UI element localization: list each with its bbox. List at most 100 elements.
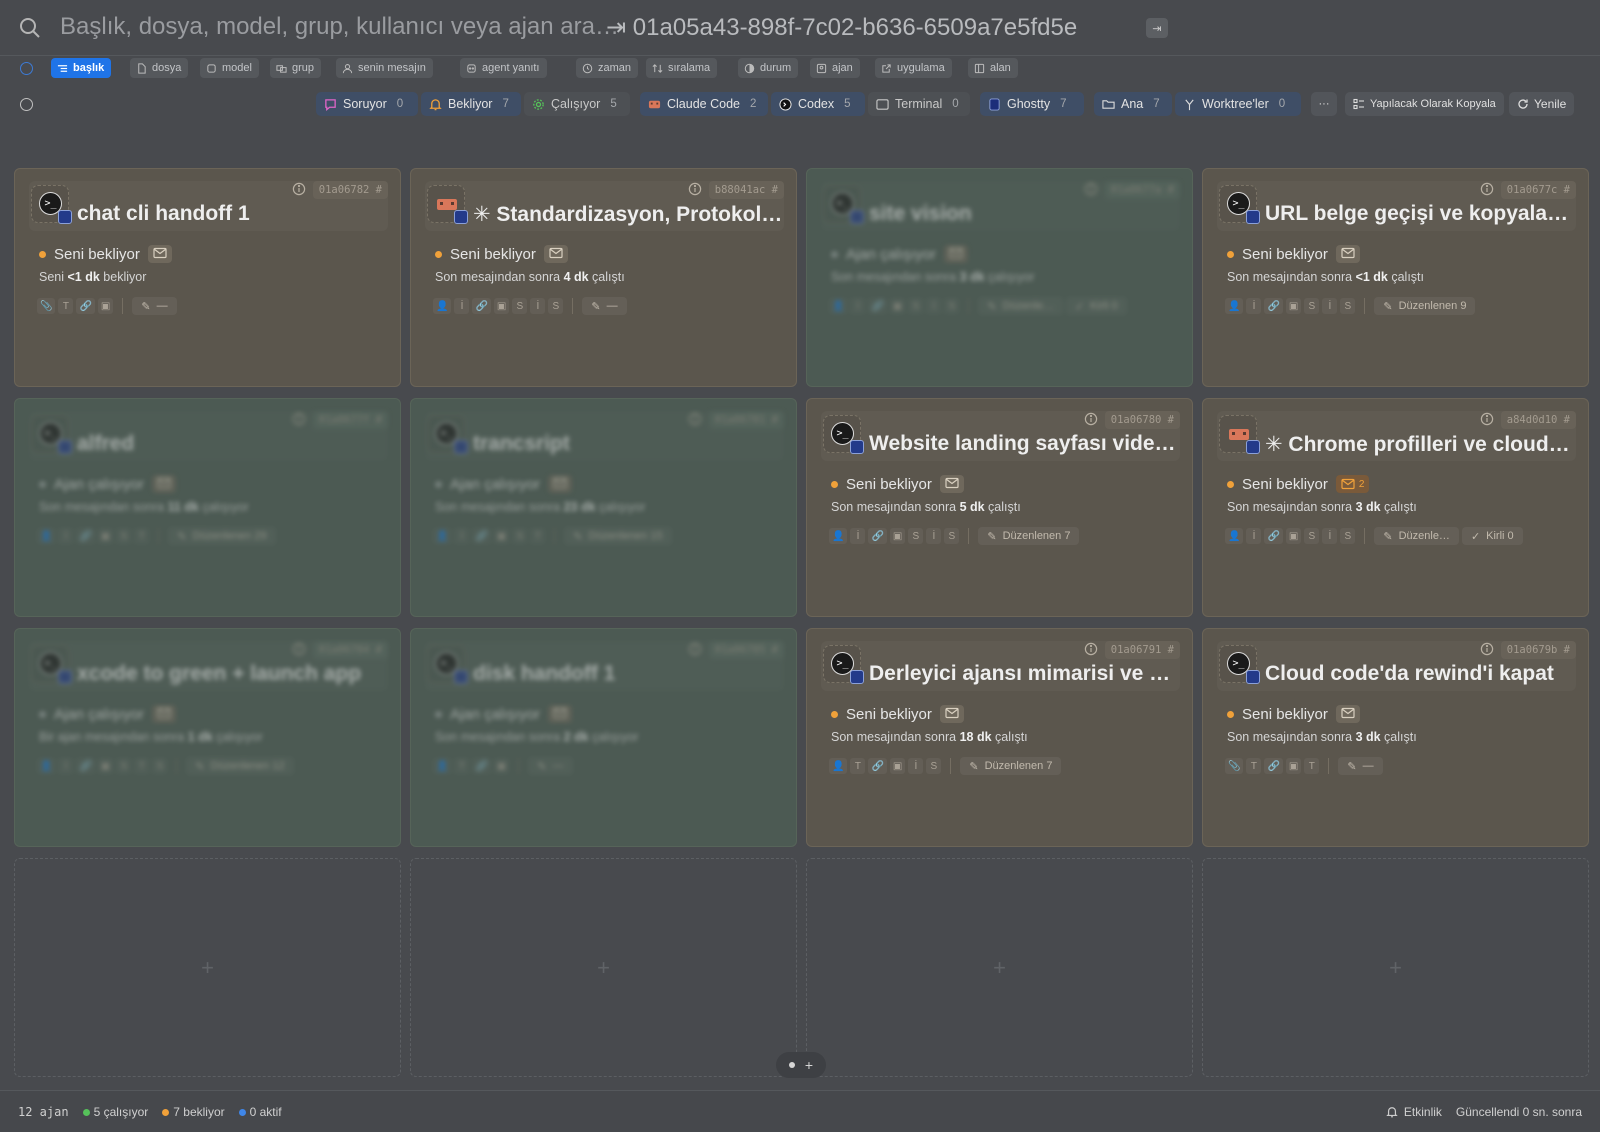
agent-card[interactable]: >_ 01a06785 # disk handoff 1 Ajan çalışıyor… [410,628,797,847]
activity-button[interactable]: Etkinlik [1386,1105,1442,1119]
filter-chip-alan[interactable]: alan [968,58,1018,78]
session-id-badge[interactable]: 01a06780 # [1104,411,1180,429]
edited-files-pill[interactable]: ✎ — [582,297,627,315]
session-id-badge[interactable]: 01a0677c # [1500,181,1576,199]
mail-badge[interactable] [543,245,568,263]
mail-badge[interactable] [944,245,969,263]
add-agent-icon[interactable]: + [1389,955,1402,981]
info-icon[interactable] [1084,642,1098,656]
claude-code-filter[interactable]: Claude Code 2 [640,92,768,116]
session-id-badge[interactable]: 01a0679b # [1500,641,1576,659]
mail-badge[interactable] [1335,245,1360,263]
select-all-circle-icon[interactable] [20,98,33,111]
info-icon[interactable] [1480,412,1494,426]
edited-files-pill[interactable]: ✎ Düzenlenen 29 [168,527,275,545]
edited-files-pill[interactable]: ✎ Düzenle… [978,297,1063,315]
info-icon[interactable] [688,182,702,196]
info-icon[interactable] [688,412,702,426]
agent-card[interactable]: >_ 01a06781 # trancsript Ajan çalışıyor Son … [410,398,797,617]
agent-card[interactable]: >_ 01a06791 # Derleyici ajansı mimarisi ve… [806,628,1193,847]
mail-badge[interactable] [548,475,573,493]
edited-files-pill[interactable]: ✎ Düzenlenen 9 [1374,297,1476,315]
add-page-button[interactable]: + [805,1057,813,1073]
refresh-button[interactable]: Yenile [1509,92,1575,116]
calisiyor-filter[interactable]: Çalışıyor 5 [524,92,630,116]
filter-chip-agent-yaniti[interactable]: agent yanıtı [460,58,547,78]
search-input[interactable]: Başlık, dosya, model, grup, kullanıcı ve… [60,13,619,41]
mail-badge[interactable] [939,705,964,723]
session-id-badge[interactable]: 01a0677f # [312,411,388,429]
filter-chip-senin-mesajin[interactable]: senin mesajın [336,58,433,78]
agent-card[interactable]: >_ 01a0677a # site vision Ajan çalışıyor Son… [806,168,1193,387]
codex-filter[interactable]: Codex 5 [771,92,865,116]
edited-files-pill[interactable]: ✎ Düzenlenen 15 [564,527,671,545]
add-agent-icon[interactable]: + [993,955,1006,981]
bekliyor-filter[interactable]: Bekliyor 7 [421,92,521,116]
empty-slot[interactable]: + [14,858,401,1077]
info-icon[interactable] [292,182,306,196]
info-icon[interactable] [292,412,306,426]
mail-badge[interactable] [152,705,177,723]
agent-card[interactable]: >_ 01a0677c # URL belge geçişi ve kopyala…… [1202,168,1589,387]
edited-files-pill[interactable]: ✎ Düzenlenen 12 [186,757,293,775]
pager[interactable]: + [776,1052,826,1078]
filter-chip-grup[interactable]: grup [270,58,322,78]
empty-slot[interactable]: + [1202,858,1589,1077]
edited-files-pill[interactable]: ✎ — [528,757,572,775]
info-icon[interactable] [1084,182,1098,196]
agent-card[interactable]: >_ 01a0677f # alfred Ajan çalışıyor Son mesa… [14,398,401,617]
copy-as-todo-button[interactable]: Yapılacak Olarak Kopyala [1345,92,1504,116]
agent-card[interactable]: >_ 01a06784 # xcode to green + launch app A… [14,628,401,847]
info-icon[interactable] [1480,182,1494,196]
info-icon[interactable] [688,642,702,656]
ana-filter[interactable]: Ana 7 [1094,92,1172,116]
mail-badge[interactable] [147,245,172,263]
filter-chip-dosya[interactable]: dosya [130,58,189,78]
filter-chip-siralama[interactable]: sıralama [646,58,718,78]
agent-card[interactable]: >_ 01a0679b # Cloud code'da rewind'i kapat… [1202,628,1589,847]
terminal-filter[interactable]: Terminal 0 [868,92,970,116]
session-id-badge[interactable]: 01a06791 # [1104,641,1180,659]
mail-badge[interactable] [939,475,964,493]
session-id-badge[interactable]: 01a0677a # [1104,181,1180,199]
filter-chip-ajan[interactable]: ajan [810,58,860,78]
soruyor-filter[interactable]: Soruyor 0 [316,92,418,116]
session-id-badge[interactable]: 01a06785 # [708,641,784,659]
info-icon[interactable] [1480,642,1494,656]
tab-key-icon[interactable]: ⇥ [1146,18,1168,38]
mail-badge[interactable] [152,475,177,493]
info-circle-icon[interactable] [20,62,33,75]
mail-badge[interactable] [1335,705,1360,723]
add-agent-icon[interactable]: + [201,955,214,981]
filter-chip-model[interactable]: model [200,58,259,78]
dirty-pill[interactable]: ✓ Kirli 0 [1461,527,1523,545]
edited-files-pill[interactable]: ✎ Düzenlenen 7 [960,757,1062,775]
info-icon[interactable] [292,642,306,656]
mail-badge[interactable] [548,705,573,723]
info-icon[interactable] [1084,412,1098,426]
edited-files-pill[interactable]: ✎ Düzenlenen 7 [978,527,1080,545]
edited-files-pill[interactable]: ✎ — [132,297,177,315]
dirty-pill[interactable]: ✓ Kirli 0 [1066,297,1127,315]
session-id-badge[interactable]: a84d0d10 # [1500,411,1576,429]
agent-card[interactable]: >_ 01a06782 # chat cli handoff 1 Seni bekli… [14,168,401,387]
filter-chip-durum[interactable]: durum [738,58,799,78]
filter-chip-baslik[interactable]: başlık [51,58,112,78]
session-id-badge[interactable]: 01a06784 # [312,641,388,659]
worktree-filter[interactable]: Worktree'ler 0 [1175,92,1301,116]
session-id-badge[interactable]: 01a06782 # [312,181,388,199]
ghostty-filter[interactable]: Ghostty 7 [980,92,1084,116]
empty-slot[interactable]: + [806,858,1193,1077]
filter-chip-uygulama[interactable]: uygulama [875,58,952,78]
edited-files-pill[interactable]: ✎ Düzenle… [1374,527,1459,545]
agent-card[interactable]: b88041ac # ✳ Standardizasyon, Protokol… Se… [410,168,797,387]
more-button[interactable]: ··· [1311,92,1337,116]
filter-chip-zaman[interactable]: zaman [576,58,639,78]
session-id-badge[interactable]: 01a06781 # [708,411,784,429]
agent-card[interactable]: >_ 01a06780 # Website landing sayfası vide… [806,398,1193,617]
edited-files-pill[interactable]: ✎ — [1338,757,1383,775]
add-agent-icon[interactable]: + [597,955,610,981]
empty-slot[interactable]: + [410,858,797,1077]
mail-badge[interactable]: 2 [1335,475,1370,493]
page-dot[interactable] [788,1062,795,1068]
